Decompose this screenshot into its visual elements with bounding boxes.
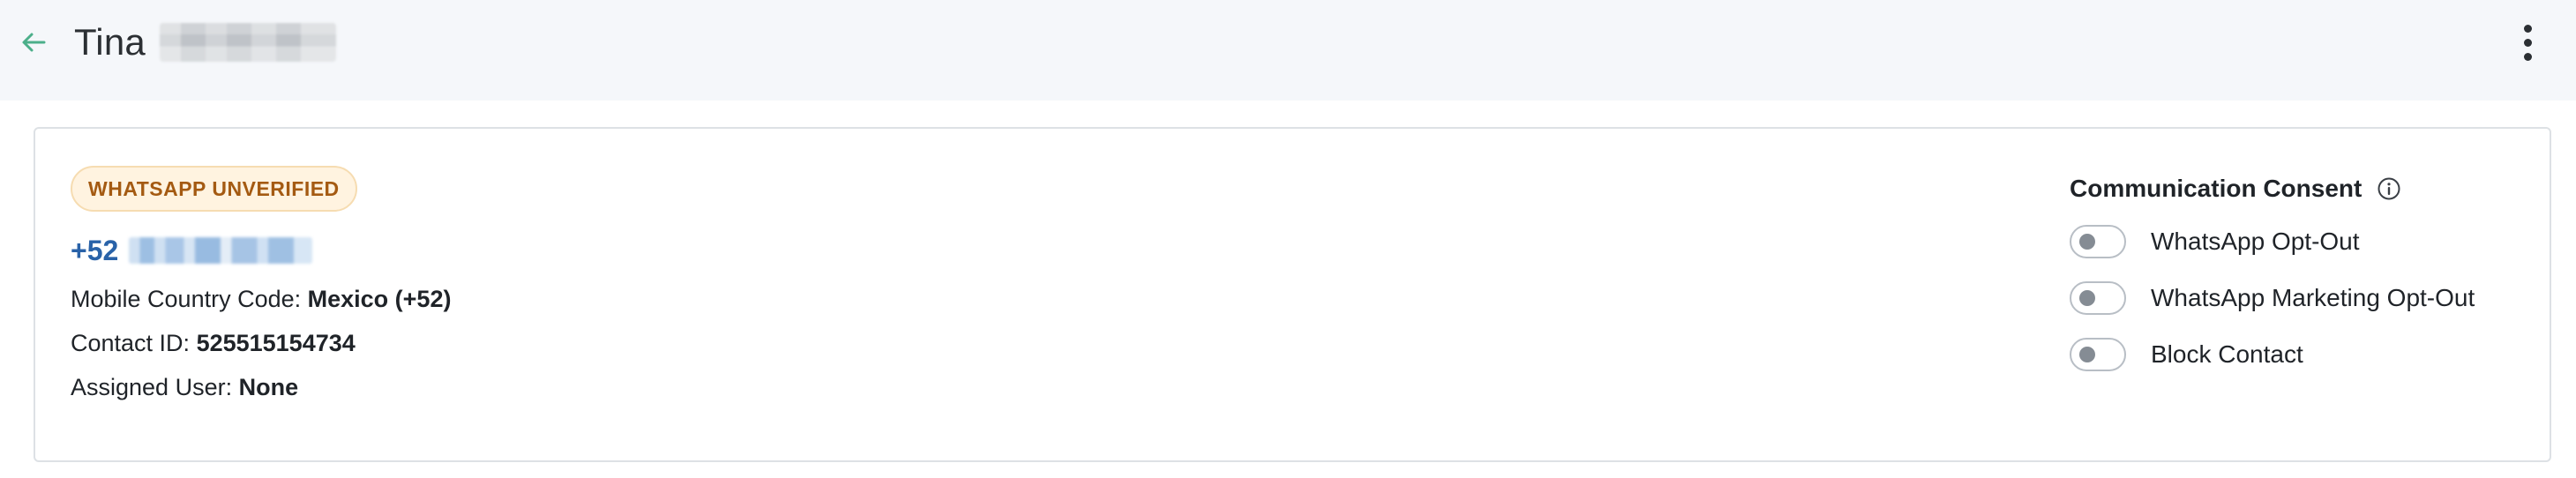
mobile-country-code-label: Mobile Country Code: — [71, 286, 308, 312]
more-vertical-icon-dot — [2523, 52, 2532, 61]
whatsapp-opt-out-label: WhatsApp Opt-Out — [2151, 228, 2360, 255]
communication-consent-section: Communication Consent WhatsApp Opt-Out W… — [2070, 171, 2528, 371]
contact-id-row: Contact ID: 525515154734 — [71, 330, 356, 357]
contact-first-name: Tina — [74, 21, 146, 63]
more-vertical-icon — [2523, 24, 2532, 33]
contact-details-card: WHATSAPP UNVERIFIED +52 Mobile Country C… — [34, 127, 2551, 462]
redacted-phone-digits — [129, 237, 313, 264]
info-circle-icon[interactable] — [2376, 176, 2402, 202]
status-badge: WHATSAPP UNVERIFIED — [71, 166, 357, 212]
assigned-user-label: Assigned User: — [71, 374, 239, 400]
mobile-country-code-row: Mobile Country Code: Mexico (+52) — [71, 286, 451, 313]
contact-id-label: Contact ID: — [71, 330, 197, 356]
block-contact-label: Block Contact — [2151, 340, 2303, 368]
more-options-button[interactable] — [2510, 18, 2545, 67]
whatsapp-marketing-opt-out-label: WhatsApp Marketing Opt-Out — [2151, 284, 2475, 311]
block-contact-toggle[interactable] — [2070, 338, 2126, 371]
back-button[interactable] — [14, 23, 53, 62]
toggle-knob — [2079, 290, 2095, 306]
more-vertical-icon-dot — [2523, 38, 2532, 47]
assigned-user-value: None — [238, 374, 299, 400]
page-title: Tina — [74, 18, 336, 67]
consent-heading: Communication Consent — [2070, 171, 2528, 206]
mobile-country-code-value: Mexico (+52) — [307, 286, 452, 312]
redacted-last-name — [159, 23, 336, 62]
contact-id-value: 525515154734 — [196, 330, 356, 356]
whatsapp-opt-out-toggle[interactable] — [2070, 225, 2126, 258]
phone-number-link[interactable]: +52 — [71, 233, 313, 268]
toggle-knob — [2079, 234, 2095, 250]
arrow-left-icon — [22, 33, 46, 52]
block-contact-row: Block Contact — [2070, 337, 2303, 372]
whatsapp-marketing-opt-out-row: WhatsApp Marketing Opt-Out — [2070, 280, 2475, 316]
assigned-user-row: Assigned User: None — [71, 374, 298, 401]
whatsapp-marketing-opt-out-toggle[interactable] — [2070, 281, 2126, 315]
whatsapp-opt-out-row: WhatsApp Opt-Out — [2070, 224, 2360, 259]
consent-title: Communication Consent — [2070, 175, 2363, 202]
phone-prefix: +52 — [71, 234, 119, 266]
contact-header: Tina — [0, 0, 2576, 101]
toggle-knob — [2079, 347, 2095, 362]
